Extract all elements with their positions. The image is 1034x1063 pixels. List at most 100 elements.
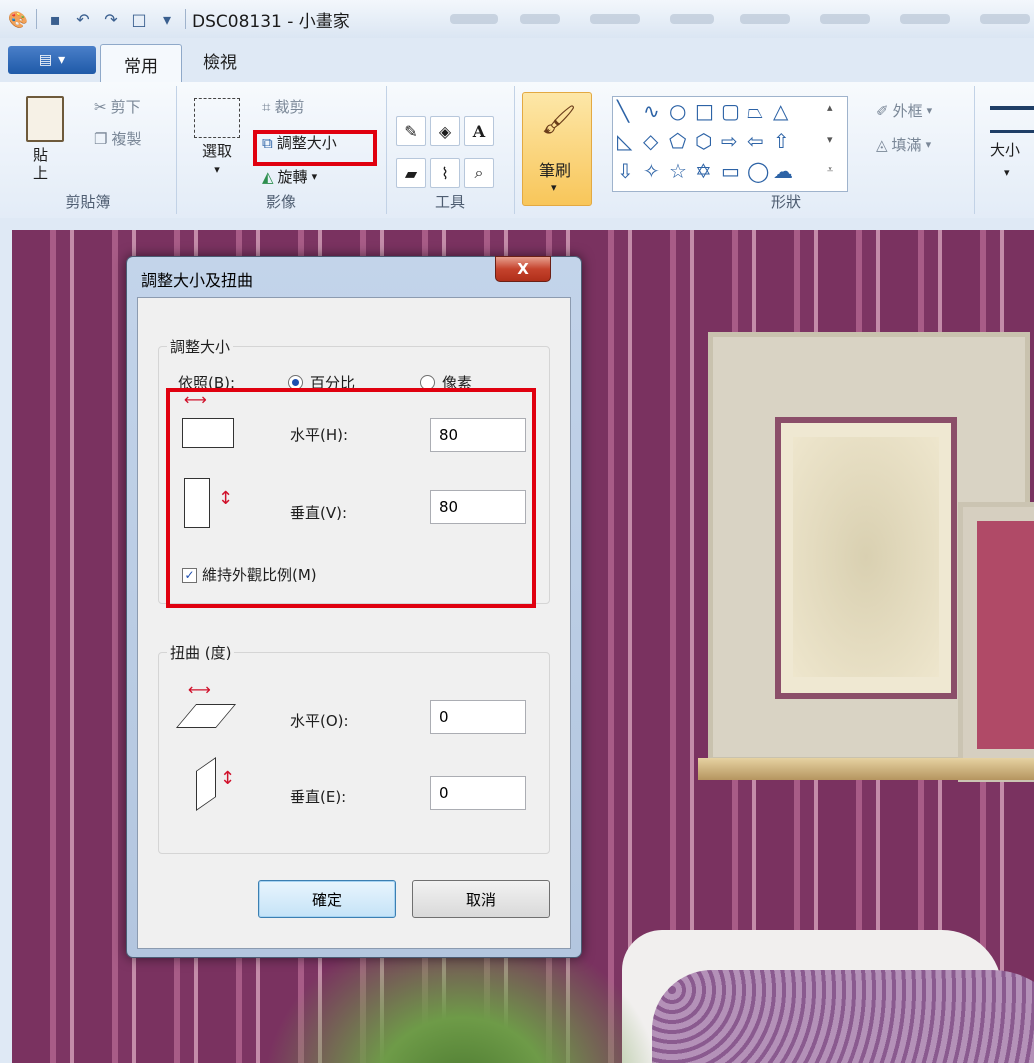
cloud-callout-shape-icon[interactable]: ☁ bbox=[773, 159, 793, 183]
curve-shape-icon[interactable]: ∿ bbox=[643, 99, 660, 123]
rounded-callout-shape-icon[interactable]: ▭ bbox=[721, 159, 740, 183]
gallery-scroll-down-icon[interactable]: ▾ bbox=[827, 133, 833, 146]
select-button[interactable]: 選取 ▾ bbox=[194, 98, 240, 176]
horizontal-arrow-icon: ⟷ bbox=[184, 390, 207, 409]
clipboard-group: 貼上 ✂ 剪下 ❐ 複製 剪貼簿 bbox=[0, 86, 177, 214]
chevron-down-icon: ▾ bbox=[925, 138, 932, 151]
group-label: 剪貼簿 bbox=[65, 193, 111, 211]
five-point-star-shape-icon[interactable]: ☆ bbox=[669, 159, 687, 183]
paste-button[interactable]: 貼上 bbox=[26, 96, 64, 182]
toolbar-separator bbox=[185, 9, 186, 29]
horizontal-arrow-icon: ⟷ bbox=[188, 680, 211, 699]
magnifier-icon[interactable]: ⌕ bbox=[464, 158, 494, 188]
four-point-star-shape-icon[interactable]: ✧ bbox=[643, 159, 660, 183]
tab-home[interactable]: 常用 bbox=[100, 44, 182, 83]
pencil-icon[interactable]: ✎ bbox=[396, 116, 426, 146]
line-shape-icon[interactable]: ╲ bbox=[617, 99, 629, 123]
diamond-shape-icon[interactable]: ◇ bbox=[643, 129, 658, 153]
paint-app-icon[interactable]: 🎨 bbox=[8, 9, 28, 29]
resize-skew-dialog: 調整大小及扭曲 X 調整大小 依照(B): 百分比 像素 ⟷ 水平(H): ↕ … bbox=[126, 256, 582, 958]
chevron-down-icon: ▾ bbox=[58, 52, 66, 68]
rectangle-shape-icon[interactable]: □ bbox=[695, 99, 714, 123]
blurred-title-region bbox=[740, 14, 790, 24]
chevron-down-icon: ▾ bbox=[551, 181, 557, 194]
cancel-button[interactable]: 取消 bbox=[412, 880, 550, 918]
wall-shelf bbox=[698, 758, 1034, 780]
triangle-shape-icon[interactable]: △ bbox=[773, 99, 788, 123]
resize-horizontal-input[interactable] bbox=[430, 418, 526, 452]
polygon-shape-icon[interactable]: ⏢ bbox=[747, 99, 763, 123]
blurred-title-region bbox=[520, 14, 560, 24]
cut-button[interactable]: ✂ 剪下 bbox=[94, 96, 141, 117]
hexagon-shape-icon[interactable]: ⬡ bbox=[695, 129, 712, 153]
brush-button[interactable]: 🖌 筆刷 ▾ bbox=[522, 92, 592, 206]
undo-icon[interactable]: ↶ bbox=[73, 9, 93, 29]
resize-vertical-label: 垂直(V): bbox=[290, 504, 348, 522]
paint-menu-button[interactable]: ▤ ▾ bbox=[8, 46, 96, 74]
gallery-scroll-up-icon[interactable]: ▴ bbox=[827, 101, 833, 114]
blurred-title-region bbox=[980, 14, 1030, 24]
text-tool-icon[interactable]: A bbox=[464, 116, 494, 146]
horizontal-resize-icon bbox=[182, 418, 234, 448]
blurred-title-region bbox=[670, 14, 714, 24]
fill-bucket-icon[interactable]: ◈ bbox=[430, 116, 460, 146]
percent-label[interactable]: 百分比 bbox=[310, 372, 355, 393]
blurred-title-region bbox=[820, 14, 870, 24]
quick-access-toolbar: 🎨 ▪ ↶ ↷ □ ▾ bbox=[0, 0, 186, 38]
size-button[interactable]: 大小 ▾ bbox=[990, 106, 1034, 179]
maintain-aspect-ratio-label[interactable]: 維持外觀比例(M) bbox=[202, 564, 317, 585]
crop-button[interactable]: ⌗ 裁剪 bbox=[262, 96, 304, 117]
oval-shape-icon[interactable]: ○ bbox=[669, 99, 686, 123]
skew-horizontal-label: 水平(O): bbox=[290, 712, 349, 730]
ribbon: 貼上 ✂ 剪下 ❐ 複製 剪貼簿 選取 ▾ ⌗ 裁剪 ⧉ 調整大小 ◭ 旋轉 ▾ 影像 ✎… bbox=[0, 82, 1034, 219]
line-size-icon bbox=[990, 106, 1034, 133]
outline-button[interactable]: ✐ 外框 ▾ bbox=[876, 100, 932, 121]
oval-callout-shape-icon[interactable]: ◯ bbox=[747, 159, 769, 183]
rotate-button[interactable]: ◭ 旋轉 ▾ bbox=[262, 166, 317, 187]
six-point-star-shape-icon[interactable]: ✡ bbox=[695, 159, 712, 183]
close-icon[interactable]: X bbox=[495, 256, 551, 282]
group-label: 形狀 bbox=[770, 193, 801, 211]
group-label: 影像 bbox=[265, 193, 296, 211]
resize-button[interactable]: ⧉ 調整大小 bbox=[262, 132, 337, 153]
tools-group: ✎ ◈ A ▰ ⌇ ⌕ 工具 bbox=[386, 86, 515, 214]
customize-dropdown-icon[interactable]: ▾ bbox=[157, 9, 177, 29]
select-rectangle-icon bbox=[194, 98, 240, 138]
up-arrow-shape-icon[interactable]: ⇧ bbox=[773, 129, 790, 153]
eraser-icon[interactable]: ▰ bbox=[396, 158, 426, 188]
vertical-resize-icon bbox=[184, 478, 210, 528]
down-arrow-shape-icon[interactable]: ⇩ bbox=[617, 159, 634, 183]
maintain-aspect-ratio-checkbox[interactable]: ✓ bbox=[182, 568, 197, 583]
resize-legend: 調整大小 bbox=[170, 338, 231, 356]
size-group: 大小 ▾ bbox=[974, 86, 1034, 214]
vertical-arrow-icon: ↕ bbox=[220, 768, 236, 789]
tab-view[interactable]: 檢視 bbox=[190, 44, 250, 76]
fill-button[interactable]: ◬ 填滿 ▾ bbox=[876, 134, 931, 155]
new-file-icon[interactable]: □ bbox=[129, 9, 149, 29]
ok-button[interactable]: 確定 bbox=[258, 880, 396, 918]
pentagon-shape-icon[interactable]: ⬠ bbox=[669, 129, 686, 153]
blurred-title-region bbox=[450, 14, 498, 24]
scissors-icon: ✂ bbox=[94, 97, 107, 116]
save-icon[interactable]: ▪ bbox=[45, 9, 65, 29]
dialog-title: 調整大小及扭曲 bbox=[141, 271, 254, 290]
gallery-expand-icon[interactable]: ⩡ bbox=[827, 163, 833, 177]
right-arrow-shape-icon[interactable]: ⇨ bbox=[721, 129, 738, 153]
right-triangle-shape-icon[interactable]: ◺ bbox=[617, 129, 632, 153]
rounded-rectangle-shape-icon[interactable]: ▢ bbox=[721, 99, 740, 123]
redo-icon[interactable]: ↷ bbox=[101, 9, 121, 29]
skew-horizontal-input[interactable] bbox=[430, 700, 526, 734]
window-title: DSC08131 - 小畫家 bbox=[192, 11, 350, 32]
left-arrow-shape-icon[interactable]: ⇦ bbox=[747, 129, 764, 153]
clipboard-icon bbox=[26, 96, 64, 142]
color-picker-icon[interactable]: ⌇ bbox=[430, 158, 460, 188]
pixels-label[interactable]: 像素 bbox=[442, 372, 472, 393]
percent-radio[interactable] bbox=[288, 375, 303, 390]
copy-button[interactable]: ❐ 複製 bbox=[94, 128, 141, 149]
pixels-radio[interactable] bbox=[420, 375, 435, 390]
chevron-down-icon: ▾ bbox=[1004, 166, 1010, 179]
skew-group: 扭曲 (度) bbox=[158, 642, 550, 854]
shapes-gallery[interactable]: ╲ ∿ ○ □ ▢ ⏢ △ ◺ ◇ ⬠ ⬡ ⇨ ⇦ ⇧ ⇩ ✧ ☆ ✡ ▭ ◯ … bbox=[612, 96, 848, 192]
skew-vertical-input[interactable] bbox=[430, 776, 526, 810]
resize-vertical-input[interactable] bbox=[430, 490, 526, 524]
